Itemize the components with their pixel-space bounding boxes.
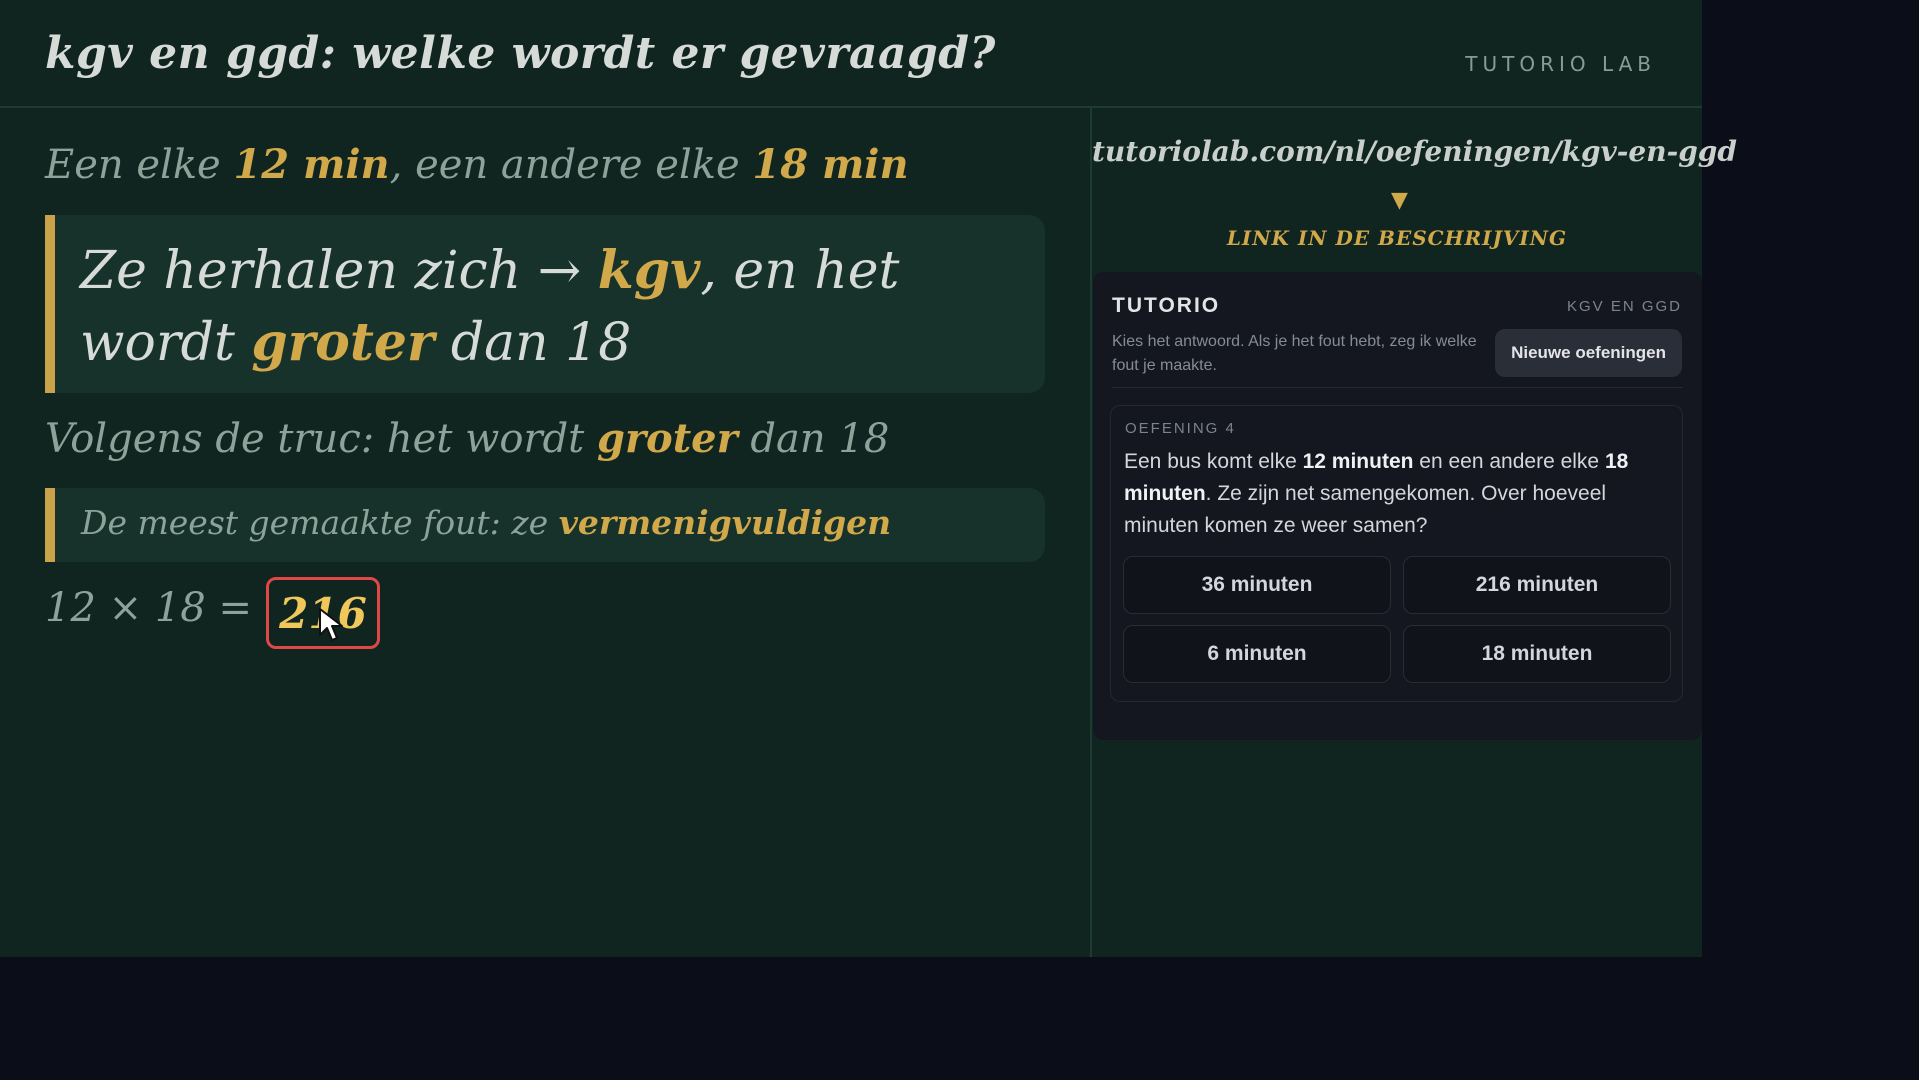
question-bold-1: 12 minuten <box>1302 450 1414 473</box>
link-in-description-label: LINK IN DE BESCHRIJVING <box>1226 226 1568 250</box>
new-exercises-button[interactable]: Nieuwe oefeningen <box>1495 329 1682 377</box>
exercise-url[interactable]: tutoriolab.com/nl/oefeningen/kgv-en-ggd <box>1092 135 1737 168</box>
exercise-question: Een bus komt elke 12 minuten en een ande… <box>1124 446 1664 542</box>
arrow-down-icon: ▼ <box>1391 188 1408 213</box>
header: kgv en ggd: welke wordt er gevraagd? TUT… <box>0 0 1702 108</box>
option-216-minuten[interactable]: 216 minuten <box>1403 556 1671 614</box>
brand-label: TUTORIO LAB <box>1465 52 1656 76</box>
rule-text-1: Ze herhalen zich → <box>80 241 598 301</box>
mistake-text: De meest gemaakte fout: ze vermenigvuldi… <box>81 503 891 542</box>
page-title: kgv en ggd: welke wordt er gevraagd? <box>45 28 996 79</box>
problem-text-1: Een elke <box>45 142 234 188</box>
widget-title: TUTORIO <box>1112 294 1221 317</box>
highlight-groter-2: groter <box>596 415 738 462</box>
highlight-groter: groter <box>251 312 435 373</box>
option-36-minuten[interactable]: 36 minuten <box>1123 556 1391 614</box>
widget-description: Kies het antwoord. Als je het fout hebt,… <box>1112 333 1477 374</box>
rule-text-3: dan 18 <box>434 313 632 373</box>
highlight-kgv: kgv <box>597 240 701 301</box>
trick-statement: Volgens de truc: het wordt groter dan 18 <box>45 415 889 462</box>
problem-statement: Een elke 12 min, een andere elke 18 min <box>45 141 909 188</box>
exercise-widget: TUTORIO KGV EN GGD Kies het antwoord. Al… <box>1093 272 1702 740</box>
option-18-minuten[interactable]: 18 minuten <box>1403 625 1671 683</box>
option-6-minuten[interactable]: 6 minuten <box>1123 625 1391 683</box>
highlight-18-min: 18 min <box>752 141 909 188</box>
problem-text-2: , een andere elke <box>389 142 753 188</box>
highlight-vermenigvuldigen: vermenigvuldigen <box>558 503 892 542</box>
equation-expression: 12 × 18 = <box>45 585 252 631</box>
widget-separator <box>1112 387 1683 388</box>
question-text-2: en een andere elke <box>1413 450 1605 473</box>
mouse-cursor-icon <box>319 608 343 641</box>
mistake-callout: De meest gemaakte fout: ze vermenigvuldi… <box>45 488 1045 562</box>
rule-callout: Ze herhalen zich → kgv, en het wordt gro… <box>45 215 1045 393</box>
trick-text-1: Volgens de truc: het wordt <box>45 416 597 462</box>
trick-text-2: dan 18 <box>737 416 890 462</box>
rule-text: Ze herhalen zich → kgv, en het wordt gro… <box>80 235 1030 379</box>
question-text-1: Een bus komt elke <box>1124 450 1303 473</box>
widget-topic: KGV EN GGD <box>1566 298 1682 315</box>
exercise-label: OEFENING 4 <box>1125 420 1236 437</box>
mistake-text-1: De meest gemaakte fout: ze <box>81 503 559 542</box>
exercise-card: OEFENING 4 Een bus komt elke 12 minuten … <box>1110 405 1683 702</box>
highlight-12-min: 12 min <box>233 141 390 188</box>
